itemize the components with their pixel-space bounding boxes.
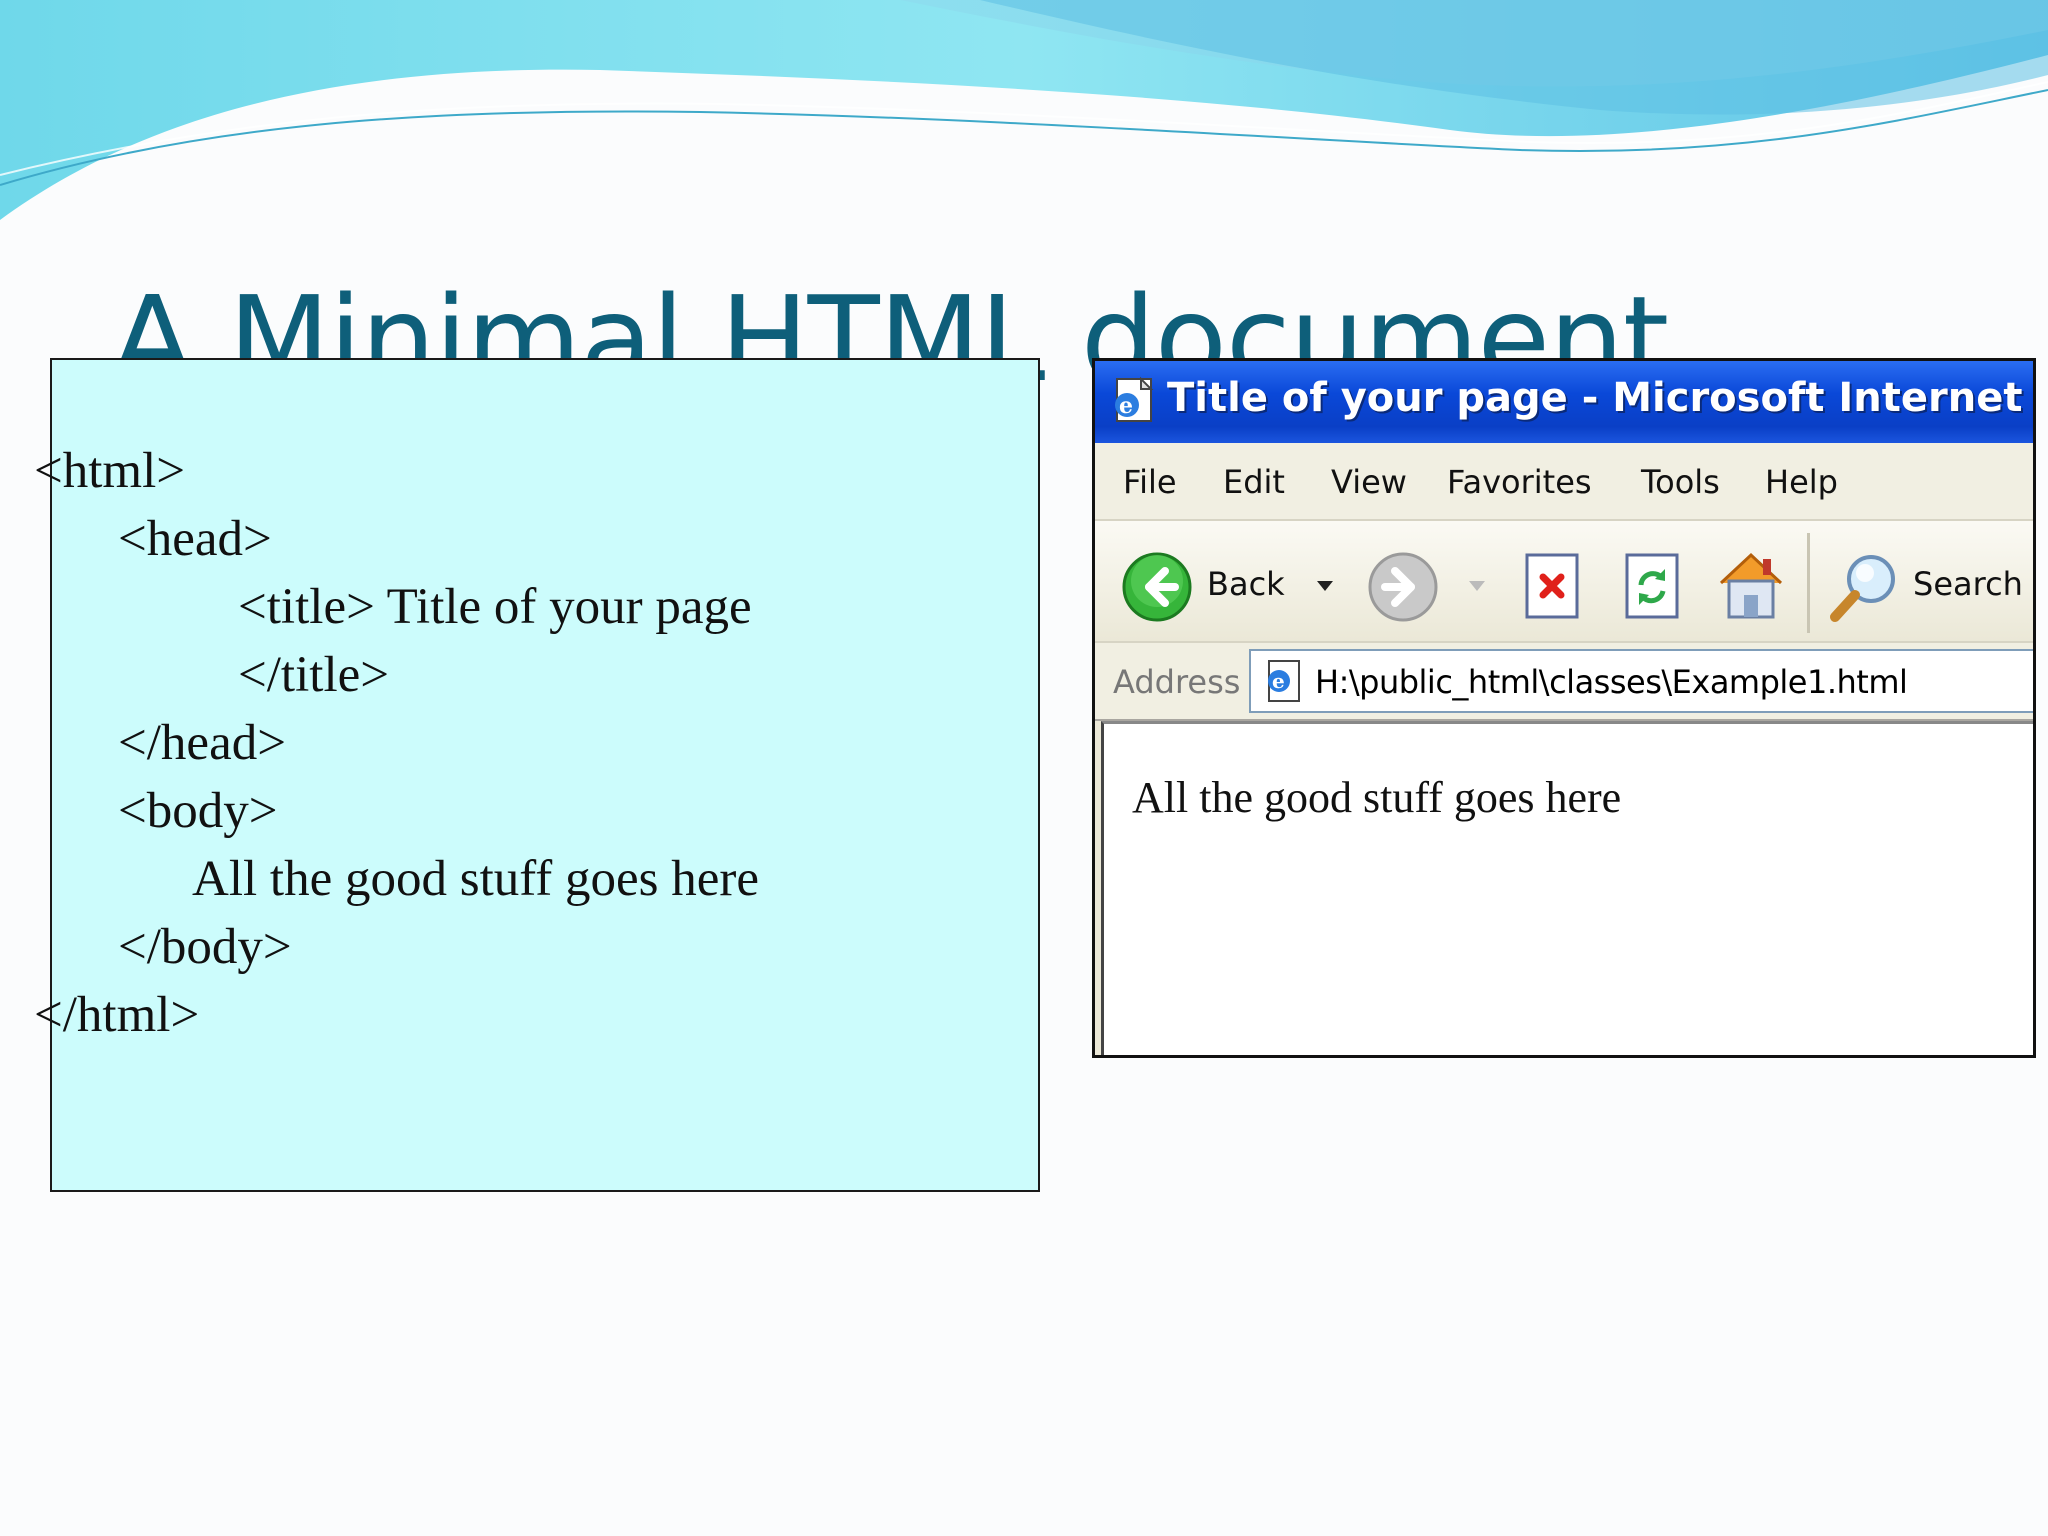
- menu-file[interactable]: File: [1123, 463, 1177, 501]
- back-button-label[interactable]: Back: [1207, 565, 1285, 603]
- ie-page-icon: e: [1115, 376, 1154, 422]
- address-page-icon: e: [1268, 660, 1300, 702]
- browser-window-screenshot: e Title of your page - Microsoft Interne…: [1092, 358, 2036, 1058]
- code-line-title-open: <title> Title of your page: [238, 579, 752, 635]
- search-button-label[interactable]: Search: [1913, 565, 2023, 603]
- search-magnifier-icon[interactable]: [1825, 547, 1905, 627]
- browser-title-text: Title of your page - Microsoft Internet …: [1167, 375, 2033, 421]
- browser-menubar: File Edit View Favorites Tools Help: [1095, 443, 2033, 521]
- code-line-content: All the good stuff goes here: [192, 851, 760, 907]
- stop-icon[interactable]: [1521, 551, 1587, 623]
- code-line-head-close: </head>: [118, 715, 286, 771]
- code-line-html-close: </html>: [34, 987, 200, 1043]
- browser-toolbar: Back Search: [1095, 521, 2033, 643]
- code-box: [50, 358, 1040, 1192]
- back-arrow-icon[interactable]: [1121, 551, 1193, 623]
- dropdown-arrow-icon[interactable]: [1315, 579, 1335, 593]
- browser-titlebar: e Title of your page - Microsoft Interne…: [1095, 361, 2033, 443]
- code-line-body-close: </body>: [118, 919, 292, 975]
- menu-edit[interactable]: Edit: [1223, 463, 1285, 501]
- forward-arrow-icon[interactable]: [1367, 551, 1439, 623]
- menu-favorites[interactable]: Favorites: [1447, 463, 1592, 501]
- dropdown-arrow-disabled-icon: [1469, 581, 1485, 591]
- address-input[interactable]: e H:\public_html\classes\Example1.html: [1249, 649, 2033, 713]
- refresh-icon[interactable]: [1621, 551, 1687, 623]
- browser-content-area: All the good stuff goes here: [1101, 721, 2033, 1055]
- toolbar-separator: [1807, 533, 1810, 633]
- address-label: Address: [1113, 663, 1241, 701]
- svg-text:e: e: [1272, 669, 1285, 693]
- code-line-head-open: <head>: [118, 511, 272, 567]
- menu-view[interactable]: View: [1331, 463, 1407, 501]
- menu-help[interactable]: Help: [1765, 463, 1838, 501]
- code-line-html-open: <html>: [34, 443, 186, 499]
- browser-address-bar: Address e H:\public_html\classes\Example…: [1095, 643, 2033, 721]
- rendered-page-text: All the good stuff goes here: [1132, 773, 1622, 822]
- home-icon[interactable]: [1713, 545, 1789, 623]
- svg-text:e: e: [1119, 393, 1133, 419]
- menu-tools[interactable]: Tools: [1641, 463, 1720, 501]
- code-line-body-open: <body>: [118, 783, 278, 839]
- code-line-title-close: </title>: [238, 647, 390, 703]
- address-url-text: H:\public_html\classes\Example1.html: [1315, 663, 1908, 701]
